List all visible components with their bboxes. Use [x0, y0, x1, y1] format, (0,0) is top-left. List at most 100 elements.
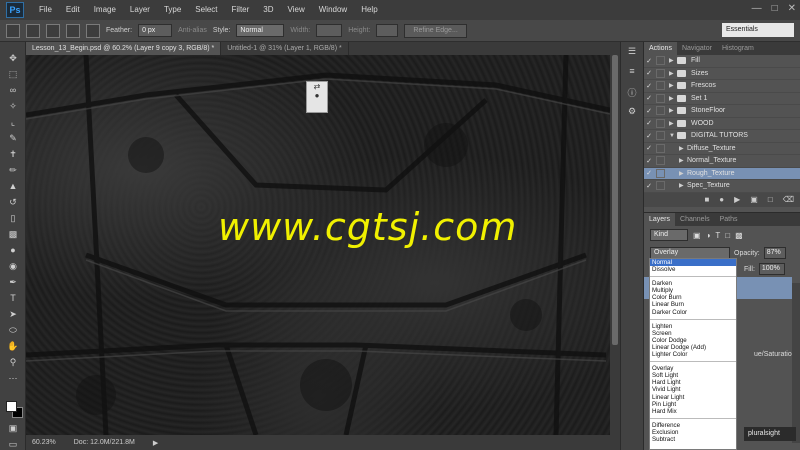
action-row[interactable]: ✓ ▶ Set 1 [644, 93, 800, 105]
blend-mode-option[interactable]: Linear Light [650, 394, 736, 401]
menu-edit[interactable]: Edit [59, 0, 87, 20]
tab-layers[interactable]: Layers [644, 213, 676, 226]
lasso-tool-icon[interactable]: ∞ [4, 83, 22, 98]
gradient-tool-icon[interactable]: ▩ [4, 227, 22, 242]
layers-scrollbar[interactable] [792, 283, 800, 443]
blur-tool-icon[interactable]: ● [4, 243, 22, 258]
tab-paths[interactable]: Paths [715, 213, 743, 226]
canvas-scroll-thumb[interactable] [612, 55, 618, 345]
dialog-toggle-box[interactable] [656, 68, 665, 78]
blend-mode-option[interactable]: Linear Burn [650, 301, 736, 308]
dialog-toggle-box[interactable] [656, 143, 665, 153]
menu-file[interactable]: File [32, 0, 59, 20]
stop-icon[interactable]: ■ [704, 195, 709, 204]
tab-lesson-13[interactable]: Lesson_13_Begin.psd @ 60.2% (Layer 9 cop… [26, 42, 222, 55]
kind-filter-select[interactable]: Kind [650, 229, 688, 241]
status-arrow-icon[interactable]: ▶ [153, 439, 158, 447]
document-canvas[interactable]: ⇄ ● www.cgtsj.com [26, 55, 610, 435]
dialog-toggle-box[interactable] [656, 81, 665, 91]
canvas-vertical-scrollbar[interactable] [610, 55, 620, 435]
shape-tool-icon[interactable]: ⬭ [4, 323, 22, 338]
action-row[interactable]: ✓ ▶ Diffuse_Texture [644, 143, 800, 155]
type-filter-icon[interactable]: T [715, 231, 720, 240]
zoom-level[interactable]: 60.23% [32, 439, 56, 446]
screen-mode-icon[interactable]: ▭ [4, 437, 22, 450]
feather-input[interactable]: 0 px [138, 24, 173, 37]
height-input[interactable] [376, 24, 399, 37]
record-icon[interactable]: ● [719, 195, 724, 204]
expand-triangle-icon[interactable]: ▶ [679, 145, 687, 152]
healing-brush-tool-icon[interactable]: ✝ [4, 147, 22, 162]
action-row[interactable]: ✓ ▶ Rough_Texture [644, 167, 800, 180]
dodge-tool-icon[interactable]: ◉ [4, 259, 22, 274]
hand-tool-icon[interactable]: ✋ [4, 339, 22, 354]
menu-select[interactable]: Select [188, 0, 224, 20]
blend-mode-option[interactable]: Lighten [650, 323, 736, 330]
more-tools-icon[interactable]: ⋯ [4, 371, 22, 386]
action-row[interactable]: ✓ ▼ DIGITAL TUTORS [644, 130, 800, 143]
close-icon[interactable]: ✕ [788, 3, 796, 14]
pen-tool-icon[interactable]: ✒ [4, 275, 22, 290]
add-selection-icon[interactable] [46, 23, 60, 38]
dialog-toggle-box[interactable] [656, 93, 665, 103]
blend-mode-option[interactable]: Vivid Light [650, 386, 736, 393]
blend-mode-option[interactable]: Darken [650, 280, 736, 287]
brush-tool-icon[interactable]: ✏ [4, 163, 22, 178]
tab-navigator[interactable]: Navigator [677, 42, 717, 55]
blend-mode-option[interactable]: Linear Dodge (Add) [650, 344, 736, 351]
blend-mode-option[interactable]: Multiply [650, 287, 736, 294]
quick-mask-icon[interactable]: ▣ [4, 421, 22, 436]
history-brush-tool-icon[interactable]: ↺ [4, 195, 22, 210]
blend-mode-option[interactable]: Difference [650, 422, 736, 429]
collapse-triangle-icon[interactable]: ▼ [669, 133, 677, 139]
menu-filter[interactable]: Filter [225, 0, 257, 20]
refine-edge-button[interactable]: Refine Edge... [404, 23, 467, 38]
toggle-check-icon[interactable]: ✓ [644, 169, 654, 177]
crop-tool-icon[interactable]: ⌞ [4, 115, 22, 130]
marquee-tool-preset-icon[interactable] [6, 23, 20, 38]
blend-mode-option[interactable]: Subtract [650, 436, 736, 443]
toggle-check-icon[interactable]: ✓ [644, 144, 654, 152]
zoom-tool-icon[interactable]: ⚲ [4, 355, 22, 370]
expand-triangle-icon[interactable]: ▶ [669, 57, 677, 64]
intersect-selection-icon[interactable] [86, 23, 100, 38]
blend-mode-option[interactable]: Screen [650, 330, 736, 337]
play-icon[interactable]: ▶ [734, 195, 740, 204]
blend-mode-option[interactable]: Color Dodge [650, 337, 736, 344]
new-action-icon[interactable]: □ [768, 195, 773, 204]
opacity-input[interactable]: 87% [763, 247, 786, 259]
expand-triangle-icon[interactable]: ▶ [669, 107, 677, 114]
dialog-toggle-box[interactable] [656, 156, 665, 166]
clone-stamp-tool-icon[interactable]: ▲ [4, 179, 22, 194]
toggle-check-icon[interactable]: ✓ [644, 132, 654, 140]
blend-mode-option[interactable]: Pin Light [650, 401, 736, 408]
tab-histogram[interactable]: Histogram [717, 42, 759, 55]
blend-mode-option[interactable]: Hard Mix [650, 408, 736, 415]
blend-mode-option[interactable]: Lighter Color [650, 351, 736, 358]
color-swatches[interactable] [4, 399, 24, 419]
toggle-check-icon[interactable]: ✓ [644, 107, 654, 115]
toggle-check-icon[interactable]: ✓ [644, 82, 654, 90]
workspace-select[interactable]: Essentials [722, 23, 794, 37]
adjustment-filter-icon[interactable]: ◑ [706, 231, 711, 240]
blend-mode-option[interactable]: Color Burn [650, 294, 736, 301]
toggle-check-icon[interactable]: ✓ [644, 57, 654, 65]
smart-object-filter-icon[interactable]: ▩ [735, 231, 743, 240]
blend-mode-option[interactable]: Dissolve [650, 266, 736, 273]
dialog-toggle-box[interactable] [656, 118, 665, 128]
toggle-check-icon[interactable]: ✓ [644, 69, 654, 77]
action-row[interactable]: ✓ ▶ WOOD [644, 118, 800, 130]
marquee-tool-icon[interactable]: ⬚ [4, 67, 22, 82]
expand-triangle-icon[interactable]: ▶ [669, 120, 677, 127]
info-panel-icon[interactable]: ⓘ [624, 86, 640, 100]
menu-3d[interactable]: 3D [256, 0, 280, 20]
blend-mode-option[interactable]: Hard Light [650, 379, 736, 386]
width-input[interactable] [316, 24, 343, 37]
menu-view[interactable]: View [281, 0, 312, 20]
subtract-selection-icon[interactable] [66, 23, 80, 38]
menu-help[interactable]: Help [354, 0, 384, 20]
properties-panel-icon[interactable]: ≡ [624, 66, 640, 80]
dialog-toggle-box[interactable] [656, 131, 665, 141]
fill-input[interactable]: 100% [758, 263, 785, 275]
blend-mode-option[interactable]: Soft Light [650, 372, 736, 379]
